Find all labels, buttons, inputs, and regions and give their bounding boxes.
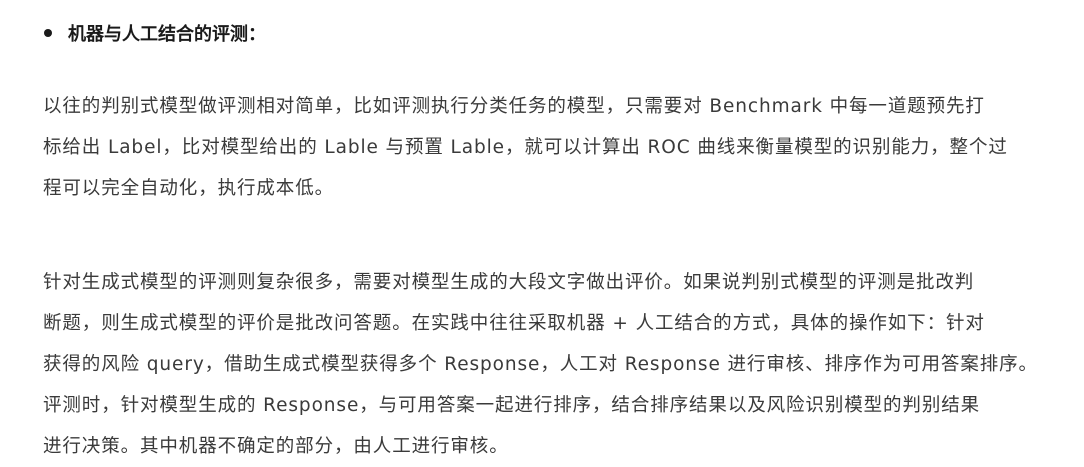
text-line: 以往的判别式模型做评测相对简单，比如评测执行分类任务的模型，只需要对 Bench… — [43, 96, 985, 117]
text-line: 评测时，针对模型生成的 Response，与可用答案一起进行排序，结合排序结果以… — [43, 395, 981, 416]
text-line: 获得的风险 query，借助生成式模型获得多个 Response，人工对 Res… — [43, 354, 1038, 375]
paragraph-generative: 针对生成式模型的评测则复杂很多，需要对模型生成的大段文字做出评价。如果说判别式模… — [43, 262, 1043, 467]
section-heading: 机器与人工结合的评测： — [40, 20, 266, 46]
paragraph-discriminative: 以往的判别式模型做评测相对简单，比如评测执行分类任务的模型，只需要对 Bench… — [43, 86, 1043, 209]
heading-text: 机器与人工结合的评测： — [68, 24, 266, 45]
text-line: 针对生成式模型的评测则复杂很多，需要对模型生成的大段文字做出评价。如果说判别式模… — [43, 272, 975, 293]
text-line: 进行决策。其中机器不确定的部分，由人工进行审核。 — [43, 436, 509, 457]
text-line: 断题，则生成式模型的评价是批改问答题。在实践中往往采取机器 + 人工结合的方式，… — [43, 313, 985, 334]
bullet-icon — [44, 29, 52, 37]
text-line: 标给出 Label，比对模型给出的 Lable 与预置 Lable，就可以计算出… — [43, 137, 1008, 158]
text-line: 程可以完全自动化，执行成本低。 — [43, 178, 335, 199]
